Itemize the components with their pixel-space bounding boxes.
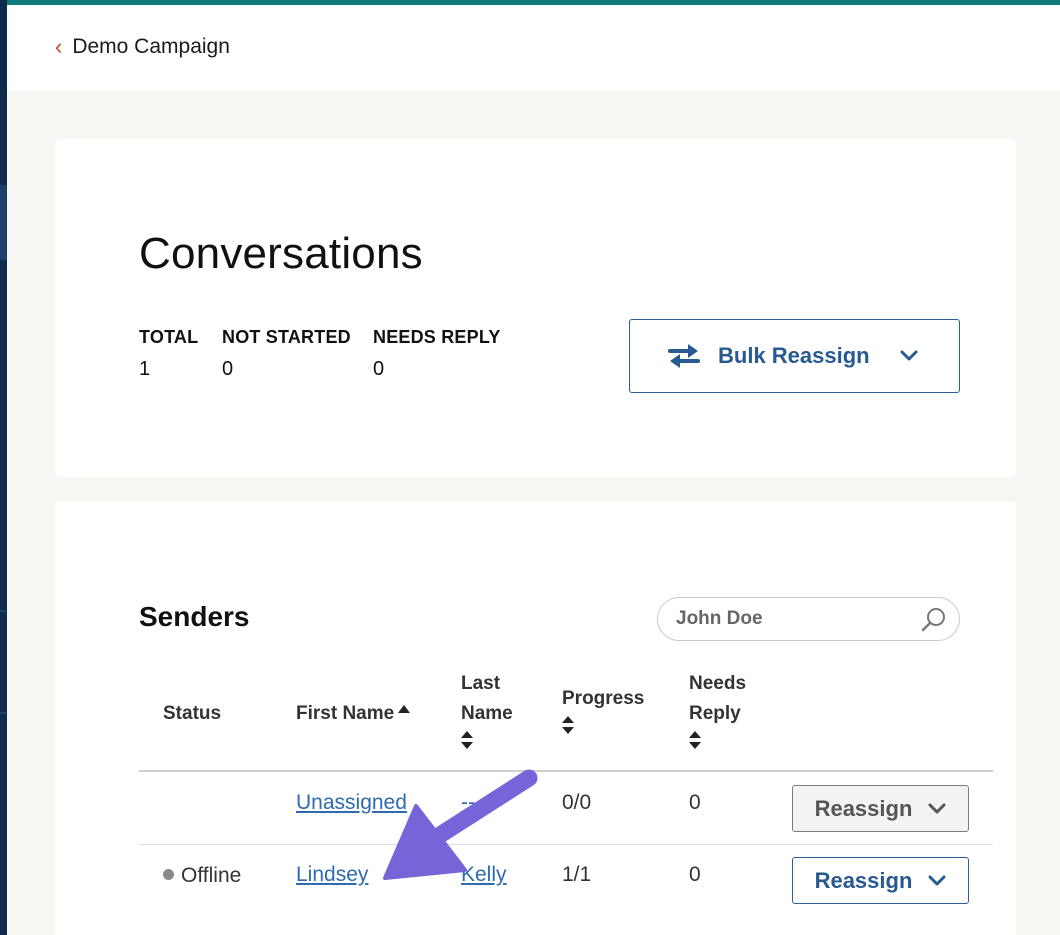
sort-ascending-icon	[398, 705, 411, 713]
first-name-link[interactable]: Unassigned	[296, 791, 407, 815]
stat-label: TOTAL	[139, 327, 199, 347]
sort-icon	[461, 731, 473, 749]
column-header-status: Status	[163, 703, 222, 724]
senders-heading: Senders	[139, 601, 250, 632]
chevron-left-icon: ‹	[55, 34, 63, 59]
senders-card: Senders Status First Name Last Name Prog…	[55, 501, 1016, 935]
back-link[interactable]: ‹ Demo Campaign	[55, 35, 230, 59]
rail-divider	[0, 610, 7, 612]
last-name-link[interactable]: Kelly	[461, 863, 507, 887]
page-title: Conversations	[139, 229, 423, 278]
conversations-card: Conversations TOTAL 1 NOT STARTED 0 NEED…	[55, 139, 1016, 477]
bulk-reassign-button[interactable]: Bulk Reassign	[629, 319, 960, 393]
stat-label: NOT STARTED	[222, 327, 351, 347]
reassign-button[interactable]: Reassign	[792, 785, 969, 832]
column-header-needs-reply[interactable]: Needs Reply	[689, 669, 746, 749]
column-label: Reply	[689, 703, 741, 724]
progress-value: 0/0	[562, 791, 592, 814]
stat-value: 0	[222, 358, 234, 380]
stat-total: TOTAL 1	[139, 327, 198, 381]
stat-not-started: NOT STARTED 0	[222, 327, 351, 381]
table-header-divider	[139, 770, 993, 772]
chevron-down-icon	[928, 875, 946, 885]
sender-search	[657, 597, 960, 641]
sort-icon	[562, 716, 574, 734]
stat-label: NEEDS REPLY	[373, 327, 501, 347]
column-label: Progress	[562, 688, 645, 709]
column-label: Name	[461, 703, 513, 724]
stat-needs-reply: NEEDS REPLY 0	[373, 327, 501, 381]
search-icon[interactable]	[921, 607, 947, 633]
column-header-last-name[interactable]: Last Name	[461, 669, 513, 749]
column-label: First Name	[296, 703, 395, 724]
status-cell: Offline	[163, 864, 241, 888]
column-header-first-name[interactable]: First Name	[296, 699, 411, 729]
search-input[interactable]	[676, 608, 906, 630]
chevron-down-icon	[928, 803, 946, 813]
table-row-divider	[139, 844, 993, 845]
reassign-label: Reassign	[814, 795, 913, 821]
status-dot-icon	[163, 869, 174, 880]
column-header-progress[interactable]: Progress	[562, 684, 644, 734]
back-link-label: Demo Campaign	[72, 35, 230, 58]
swap-arrows-icon	[668, 344, 700, 368]
chevron-down-icon	[900, 350, 918, 361]
column-label: Needs	[689, 673, 747, 694]
rail-segment	[0, 185, 7, 260]
needs-reply-value: 0	[689, 863, 701, 886]
bulk-reassign-label: Bulk Reassign	[718, 343, 870, 368]
reassign-button[interactable]: Reassign	[792, 857, 969, 904]
column-label: Last	[461, 673, 501, 694]
left-navigation-rail	[0, 0, 7, 935]
rail-divider	[0, 712, 7, 714]
first-name-link[interactable]: Lindsey	[296, 863, 368, 887]
stat-value: 0	[373, 358, 385, 380]
progress-value: 1/1	[562, 863, 592, 886]
needs-reply-value: 0	[689, 791, 701, 814]
stat-value: 1	[139, 358, 151, 380]
last-name-link[interactable]: --	[461, 791, 475, 815]
reassign-label: Reassign	[814, 867, 913, 893]
status-text: Offline	[181, 864, 242, 887]
page-header: ‹ Demo Campaign	[7, 5, 1060, 91]
sort-icon	[689, 731, 701, 749]
